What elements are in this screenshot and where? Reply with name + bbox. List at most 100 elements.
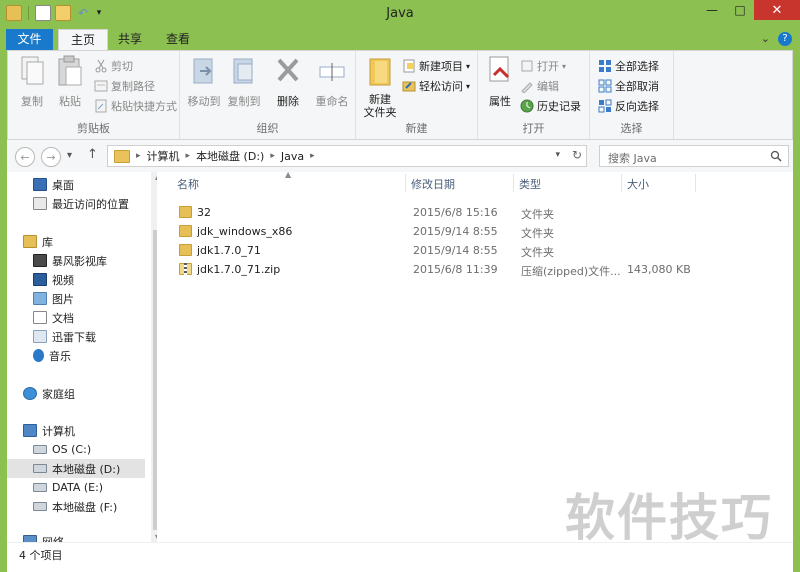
nav-item-downloads[interactable]: 迅雷下载 <box>33 327 96 346</box>
nav-item-videos[interactable]: 视频 <box>33 270 74 289</box>
paste-button[interactable]: 粘贴 <box>50 55 90 109</box>
file-row[interactable]: jdk1.7.0_71.zip 2015/6/8 11:39 压缩(zipped… <box>167 260 707 279</box>
folder-icon <box>179 225 192 237</box>
select-all-button[interactable]: 全部选择 <box>598 57 659 75</box>
copy-button[interactable]: 复制 <box>12 55 52 109</box>
forward-button[interactable]: → <box>41 147 61 167</box>
nav-item-drive-c[interactable]: OS (C:) <box>33 440 91 459</box>
nav-item-video-library[interactable]: 暴风影视库 <box>33 251 107 270</box>
open-button[interactable]: 打开 ▾ <box>520 57 566 75</box>
edit-icon <box>521 82 533 93</box>
navigation-pane: 桌面 最近访问的位置 库 暴风影视库 视频 图片 文档 迅雷下载 音乐 家庭组 … <box>7 172 157 542</box>
nav-item-drive-e[interactable]: DATA (E:) <box>33 478 103 497</box>
drive-icon <box>33 502 47 511</box>
nav-item-label: 库 <box>42 235 53 249</box>
open-label: 打开 <box>537 60 559 73</box>
delete-label: 删除 <box>277 95 299 108</box>
chevron-down-icon: ▾ <box>466 61 471 71</box>
help-icon[interactable]: ? <box>778 32 792 46</box>
address-bar[interactable]: ▸ 计算机 ▸ 本地磁盘 (D:) ▸ Java ▸ ▾ ↻ <box>107 145 587 167</box>
back-button[interactable]: ← <box>15 147 35 167</box>
expand-ribbon-icon[interactable]: ⌄ <box>761 32 770 46</box>
search-icon[interactable] <box>770 150 782 162</box>
delete-button[interactable]: 删除 <box>268 55 308 109</box>
properties-icon <box>489 56 510 82</box>
column-divider[interactable] <box>513 174 514 192</box>
nav-item-music[interactable]: 音乐 <box>33 346 71 365</box>
column-divider[interactable] <box>695 174 696 192</box>
easy-access-icon <box>402 81 416 92</box>
column-header-type[interactable]: 类型 <box>519 176 541 192</box>
nav-item-computer[interactable]: 计算机 <box>23 421 75 440</box>
file-row[interactable]: jdk1.7.0_71 2015/9/14 8:55 文件夹 <box>167 241 707 260</box>
search-input[interactable]: 搜索 Java <box>599 145 789 167</box>
new-folder-button[interactable]: 新建 文件夹 <box>360 55 400 119</box>
nav-item-label: 网络 <box>42 535 64 543</box>
nav-item-documents[interactable]: 文档 <box>33 308 74 327</box>
copy-to-icon <box>233 58 253 84</box>
move-to-button[interactable]: 移动到 <box>184 55 224 109</box>
nav-item-drive-d[interactable]: 本地磁盘 (D:) <box>7 459 145 478</box>
nav-item-drive-f[interactable]: 本地磁盘 (F:) <box>33 497 117 516</box>
move-to-icon <box>193 58 213 84</box>
up-button[interactable]: ↑ <box>87 147 98 162</box>
tab-share[interactable]: 共享 <box>106 29 154 50</box>
chevron-down-icon[interactable]: ▾ <box>555 150 560 160</box>
nav-item-pictures[interactable]: 图片 <box>33 289 74 308</box>
close-button[interactable]: ✕ <box>754 0 800 20</box>
copy-path-button[interactable]: 复制路径 <box>94 77 155 95</box>
breadcrumb-computer[interactable]: 计算机 <box>147 148 180 164</box>
properties-button[interactable]: 属性 <box>482 55 518 109</box>
minimize-button[interactable]: — <box>698 0 726 20</box>
video-library-icon <box>33 254 47 267</box>
column-divider[interactable] <box>621 174 622 192</box>
breadcrumb-drive-d[interactable]: 本地磁盘 (D:) <box>196 148 264 164</box>
arrow-right-icon: → <box>46 150 56 164</box>
maximize-button[interactable]: □ <box>726 0 754 20</box>
copy-to-button[interactable]: 复制到 <box>224 55 264 109</box>
copy-label: 复制 <box>21 95 43 108</box>
invert-selection-button[interactable]: 反向选择 <box>598 97 659 115</box>
nav-item-desktop[interactable]: 桌面 <box>33 175 74 194</box>
cut-label: 剪切 <box>111 60 133 73</box>
cut-button[interactable]: 剪切 <box>94 57 133 75</box>
breadcrumb-separator-icon[interactable]: ▸ <box>270 151 275 161</box>
file-row[interactable]: jdk_windows_x86 2015/9/14 8:55 文件夹 <box>167 222 707 241</box>
chevron-down-icon: ▾ <box>562 61 567 71</box>
paste-label: 粘贴 <box>59 95 81 108</box>
file-size: 143,080 KB <box>627 263 691 276</box>
nav-item-label: 最近访问的位置 <box>52 197 129 211</box>
nav-item-homegroup[interactable]: 家庭组 <box>23 384 75 403</box>
title-bar[interactable]: ↶ ▾ Java — □ ✕ <box>0 0 800 29</box>
easy-access-button[interactable]: 轻松访问 ▾ <box>402 77 470 95</box>
breadcrumb-separator-icon[interactable]: ▸ <box>186 151 191 161</box>
rename-button[interactable]: 重命名 <box>310 55 354 109</box>
file-type: 文件夹 <box>521 227 554 240</box>
column-header-size[interactable]: 大小 <box>627 176 649 192</box>
history-button[interactable]: 历史记录 <box>520 97 581 115</box>
edit-button[interactable]: 编辑 <box>520 77 559 95</box>
search-placeholder: 搜索 Java <box>608 152 657 165</box>
nav-item-network[interactable]: 网络 <box>23 532 64 542</box>
new-item-button[interactable]: 新建项目 ▾ <box>402 57 470 75</box>
column-divider[interactable] <box>405 174 406 192</box>
tab-file[interactable]: 文件 <box>6 29 53 50</box>
column-header-date[interactable]: 修改日期 <box>411 176 455 192</box>
tab-view[interactable]: 查看 <box>154 29 202 50</box>
select-none-button[interactable]: 全部取消 <box>598 77 659 95</box>
nav-item-libraries[interactable]: 库 <box>23 232 53 251</box>
history-label: 历史记录 <box>537 100 581 113</box>
refresh-icon[interactable]: ↻ <box>572 148 582 162</box>
folder-icon <box>179 206 192 218</box>
nav-item-label: 计算机 <box>42 424 75 438</box>
recent-locations-button[interactable]: ▾ <box>67 150 72 161</box>
file-row[interactable]: 32 2015/6/8 15:16 文件夹 <box>167 203 707 222</box>
drive-icon <box>33 464 47 473</box>
paste-shortcut-button[interactable]: 粘贴快捷方式 <box>94 97 177 115</box>
breadcrumb-java[interactable]: Java <box>281 150 304 163</box>
column-header-name[interactable]: 名称 <box>177 176 199 192</box>
nav-item-recent[interactable]: 最近访问的位置 <box>33 194 129 213</box>
paste-shortcut-label: 粘贴快捷方式 <box>111 100 177 113</box>
breadcrumb-separator-icon[interactable]: ▸ <box>310 151 315 161</box>
tab-home[interactable]: 主页 <box>58 29 109 50</box>
